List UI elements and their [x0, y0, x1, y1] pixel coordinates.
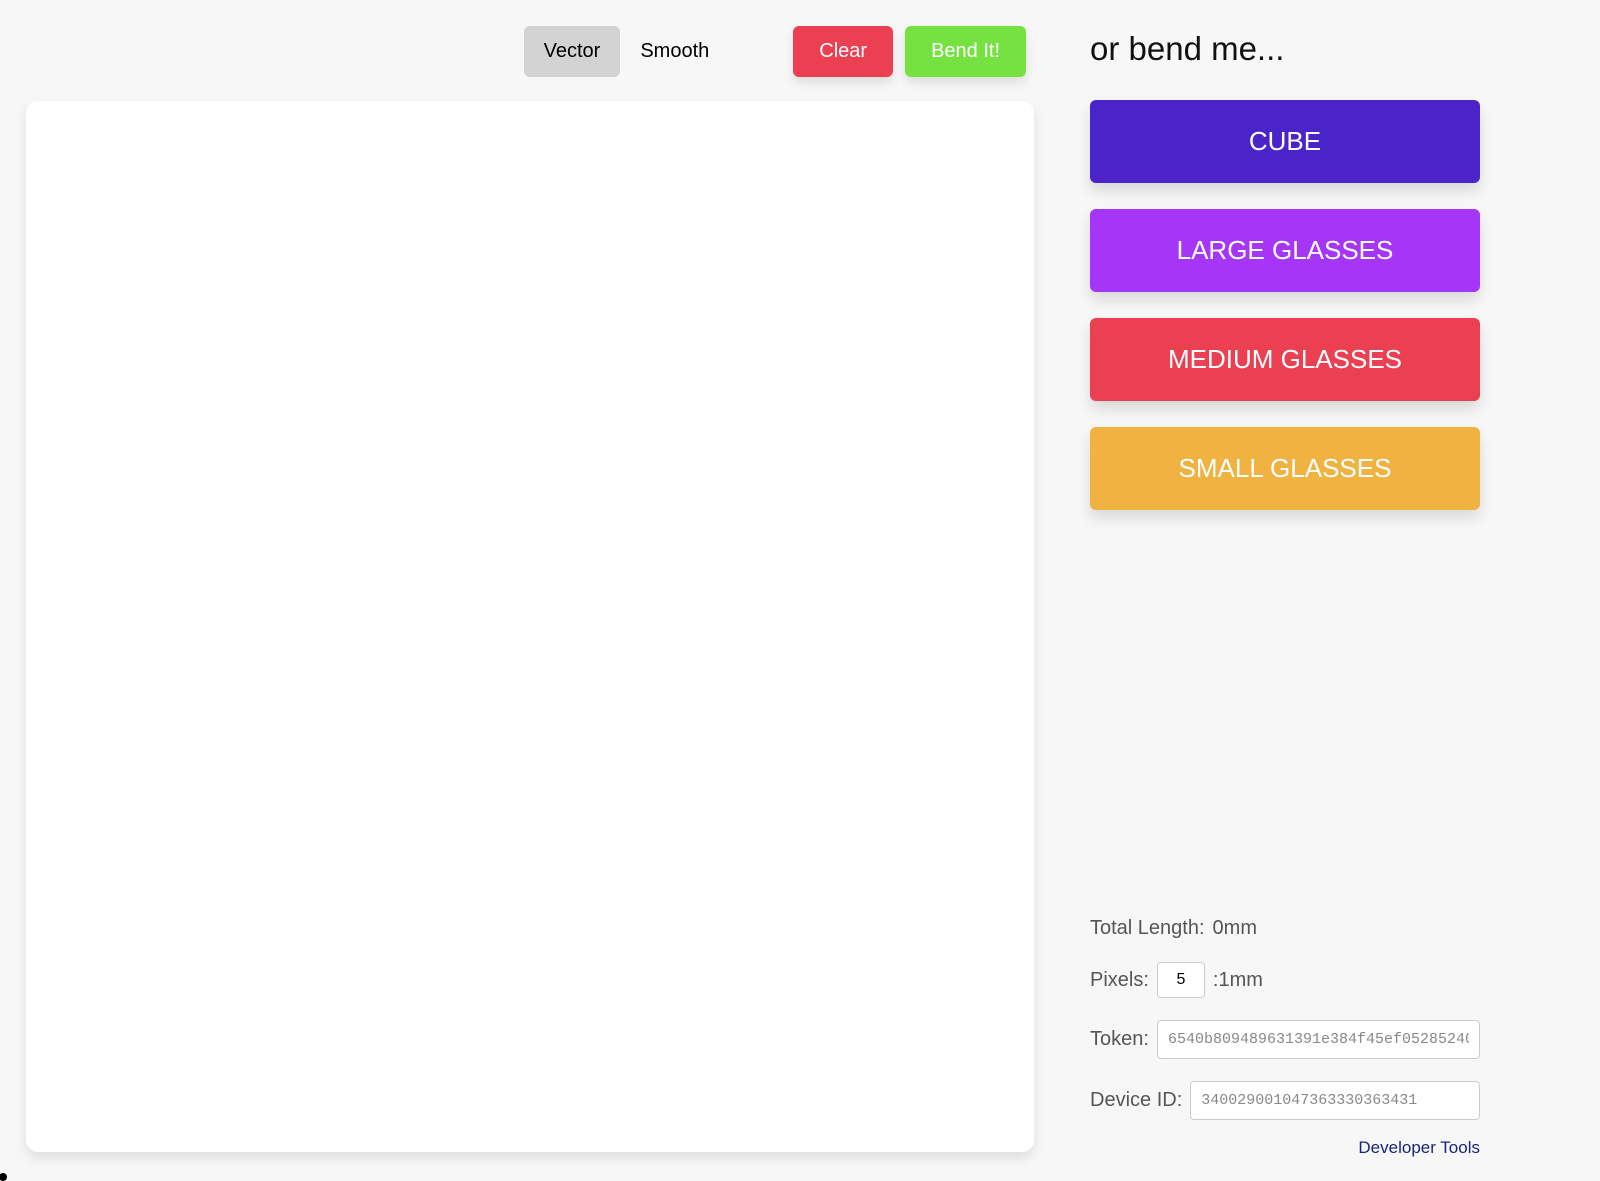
- preset-cube[interactable]: CUBE: [1090, 100, 1480, 183]
- token-row: Token:: [1090, 1020, 1480, 1059]
- device-id-label: Device ID:: [1090, 1089, 1182, 1112]
- pixels-row: Pixels: :1mm: [1090, 962, 1480, 998]
- clear-button[interactable]: Clear: [793, 26, 893, 77]
- sidebar-title: or bend me...: [1090, 30, 1480, 68]
- draw-mode-toggle: Vector Smooth: [524, 26, 730, 77]
- pixels-input[interactable]: [1157, 962, 1205, 998]
- developer-tools-link[interactable]: Developer Tools: [1090, 1138, 1480, 1158]
- device-id-row: Device ID:: [1090, 1081, 1480, 1120]
- total-length-row: Total Length: 0mm: [1090, 917, 1480, 940]
- toolbar: Vector Smooth Clear Bend It!: [26, 26, 1034, 101]
- total-length-value: 0mm: [1213, 917, 1257, 940]
- pixels-label: Pixels:: [1090, 969, 1149, 992]
- preset-small-glasses[interactable]: SMALL GLASSES: [1090, 427, 1480, 510]
- info-section: Total Length: 0mm Pixels: :1mm Token: De…: [1090, 917, 1480, 1158]
- preset-large-glasses[interactable]: LARGE GLASSES: [1090, 209, 1480, 292]
- total-length-label: Total Length:: [1090, 917, 1205, 940]
- token-label: Token:: [1090, 1028, 1149, 1051]
- left-panel: Vector Smooth Clear Bend It!: [0, 0, 1060, 1178]
- smooth-toggle[interactable]: Smooth: [620, 26, 729, 77]
- token-input[interactable]: [1157, 1020, 1480, 1059]
- drawing-canvas[interactable]: [26, 101, 1034, 1152]
- vector-toggle[interactable]: Vector: [524, 26, 621, 77]
- preset-list: CUBE LARGE GLASSES MEDIUM GLASSES SMALL …: [1090, 100, 1480, 510]
- preset-medium-glasses[interactable]: MEDIUM GLASSES: [1090, 318, 1480, 401]
- bend-button[interactable]: Bend It!: [905, 26, 1026, 77]
- right-panel: or bend me... CUBE LARGE GLASSES MEDIUM …: [1060, 0, 1500, 1178]
- pixels-suffix: :1mm: [1213, 969, 1263, 992]
- corner-dot: [0, 1173, 7, 1181]
- device-id-input[interactable]: [1190, 1081, 1480, 1120]
